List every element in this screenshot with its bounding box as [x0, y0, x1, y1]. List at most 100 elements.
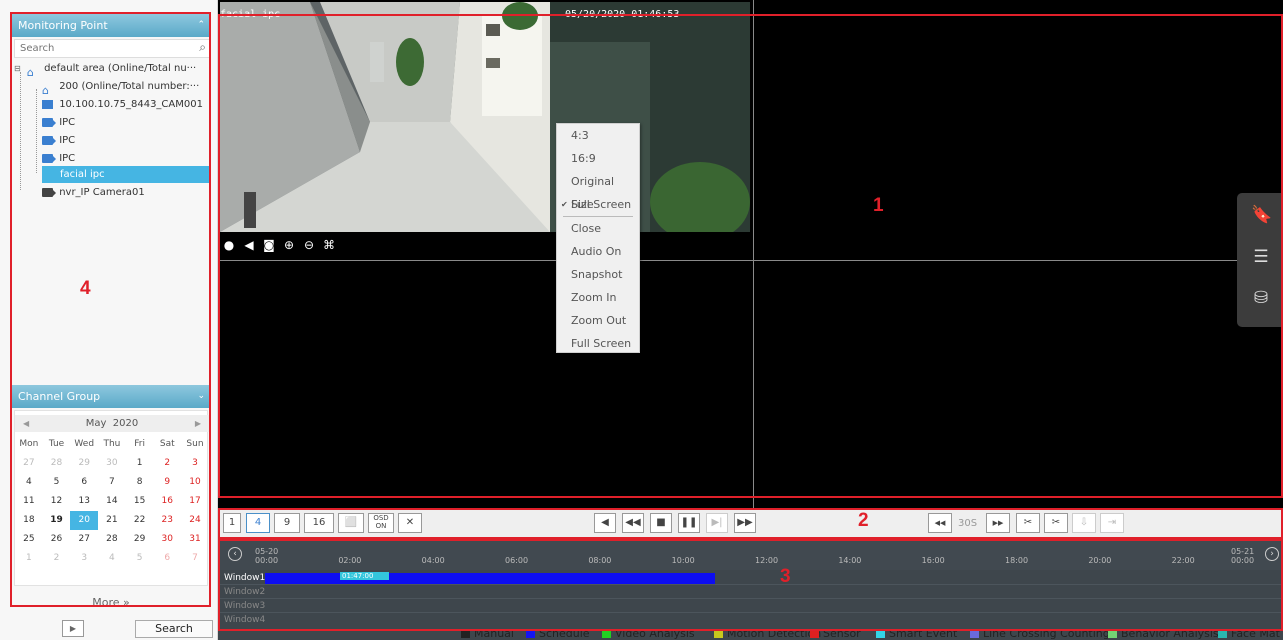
calendar-day[interactable]: 30 — [98, 454, 126, 473]
calendar-day[interactable]: 15 — [126, 492, 154, 511]
calendar-day[interactable]: 18 — [15, 511, 43, 530]
tree-node-cam001[interactable]: 10.100.10.75_8443_CAM001 — [42, 96, 203, 113]
rewind-icon[interactable]: ◀◀ — [622, 513, 644, 533]
calendar-day[interactable]: 1 — [15, 549, 43, 568]
calendar-day[interactable]: 20 — [70, 511, 99, 530]
calendar-day[interactable]: 1 — [126, 454, 154, 473]
smart-event-bar[interactable]: 01:47:00 — [340, 572, 389, 580]
calendar-day[interactable]: 29 — [70, 454, 98, 473]
bookmark-icon[interactable]: 🔖 — [1251, 205, 1272, 225]
calendar-day[interactable]: 5 — [126, 549, 154, 568]
reverse-play-icon[interactable]: ◀ — [594, 513, 616, 533]
calendar-day[interactable]: 6 — [70, 473, 98, 492]
layout-1-button[interactable]: 1 — [223, 513, 241, 533]
search-box[interactable]: ⌕ — [14, 39, 210, 58]
video-pane-2[interactable] — [754, 0, 1283, 260]
schedule-recording-bar[interactable] — [265, 573, 715, 584]
calendar-day[interactable]: 31 — [181, 530, 209, 549]
monitoring-point-header[interactable]: Monitoring Point ⌃ — [12, 14, 210, 37]
calendar-day[interactable]: 6 — [153, 549, 181, 568]
playback-monitor-icon[interactable]: ▶ — [62, 620, 84, 637]
calendar-day[interactable]: 22 — [126, 511, 154, 530]
calendar-day[interactable]: 12 — [43, 492, 71, 511]
calendar-day[interactable]: 5 — [43, 473, 71, 492]
menu-item-close[interactable]: Close — [557, 217, 639, 240]
record-icon[interactable]: ● — [222, 238, 236, 254]
menu-item-4-3[interactable]: 4:3 — [557, 124, 639, 147]
download-icon[interactable]: ⇩ — [1072, 513, 1096, 533]
menu-item-snapshot[interactable]: Snapshot — [557, 263, 639, 286]
step-forward-icon[interactable]: ▶| — [706, 513, 728, 533]
clip-end-icon[interactable]: ✂ — [1044, 513, 1068, 533]
calendar-day[interactable]: 4 — [98, 549, 126, 568]
menu-item-full-screen[interactable]: Full Screen — [557, 332, 639, 355]
calendar-day[interactable]: 10 — [181, 473, 209, 492]
video-pane-1[interactable]: facial ipc 05/20/2020 01:46:53 ● ◀ ◙ ⊕ ⊖… — [218, 0, 753, 260]
calendar-day[interactable]: 11 — [15, 492, 43, 511]
calendar-day[interactable]: 23 — [153, 511, 181, 530]
menu-item-original-size[interactable]: Original Size — [557, 170, 639, 211]
video-pane-4[interactable] — [754, 261, 1283, 508]
menu-item-16-9[interactable]: 16:9 — [557, 147, 639, 170]
menu-item-audio-on[interactable]: Audio On — [557, 240, 639, 263]
calendar-day[interactable]: 2 — [153, 454, 181, 473]
layout-9-button[interactable]: 9 — [274, 513, 300, 533]
back-30s-icon[interactable]: ◀◀ — [928, 513, 952, 533]
calendar-day[interactable]: 8 — [126, 473, 154, 492]
tree-node-default-area[interactable]: ⊟ ⌂ default area (Online/Total nu··· — [14, 60, 196, 79]
menu-item-zoom-in[interactable]: Zoom In — [557, 286, 639, 309]
calendar-day[interactable]: 17 — [181, 492, 209, 511]
calendar-day[interactable]: 14 — [98, 492, 126, 511]
tree-node-ipc[interactable]: IPC — [42, 114, 75, 131]
video-pane-3[interactable] — [218, 261, 753, 508]
menu-item-full-screen-ratio[interactable]: Full Screen — [557, 193, 639, 216]
calendar-day[interactable]: 9 — [153, 473, 181, 492]
fast-forward-icon[interactable]: ▶▶ — [734, 513, 756, 533]
calendar-day[interactable]: 4 — [15, 473, 43, 492]
calendar-day[interactable]: 21 — [98, 511, 126, 530]
tree-node-facial-ipc[interactable]: facial ipc — [42, 166, 210, 183]
search-icon[interactable]: ⌕ — [199, 40, 206, 55]
tree-node-200[interactable]: ⌂ 200 (Online/Total number:··· — [42, 78, 199, 97]
fullscreen-icon[interactable]: ⌘ — [322, 238, 336, 254]
calendar-day[interactable]: 13 — [70, 492, 98, 511]
calendar-day[interactable]: 29 — [126, 530, 154, 549]
tree-node-ipc[interactable]: IPC — [42, 132, 75, 149]
calendar-day[interactable]: 27 — [15, 454, 43, 473]
clip-start-icon[interactable]: ✂ — [1016, 513, 1040, 533]
calendar-day[interactable]: 30 — [153, 530, 181, 549]
calendar-day[interactable]: 2 — [43, 549, 71, 568]
forward-30s-icon[interactable]: ▶▶ — [986, 513, 1010, 533]
calendar-day[interactable]: 26 — [43, 530, 71, 549]
pause-icon[interactable]: ❚❚ — [678, 513, 700, 533]
layout-4-button[interactable]: 4 — [246, 513, 270, 533]
osd-toggle-button[interactable]: OSD ON — [368, 513, 394, 533]
search-input[interactable] — [15, 40, 185, 57]
timeline-next-icon[interactable]: › — [1265, 547, 1279, 561]
chevron-up-icon[interactable]: ⌃ — [197, 14, 205, 37]
calendar-day[interactable]: 28 — [98, 530, 126, 549]
calendar-day[interactable]: 7 — [98, 473, 126, 492]
prev-month-icon[interactable]: ◀ — [23, 415, 29, 432]
timeline-row-window3[interactable]: Window3 — [218, 599, 1283, 613]
export-icon[interactable]: ⇥ — [1100, 513, 1124, 533]
next-month-icon[interactable]: ▶ — [195, 415, 201, 432]
close-all-icon[interactable]: ✕ — [398, 513, 422, 533]
chevron-down-icon[interactable]: ⌄ — [197, 385, 205, 408]
calendar-day[interactable]: 27 — [70, 530, 98, 549]
channel-group-header[interactable]: Channel Group ⌄ — [12, 385, 210, 408]
calendar-day[interactable]: 24 — [181, 511, 209, 530]
calendar-day[interactable]: 7 — [181, 549, 209, 568]
timeline-row-window4[interactable]: Window4 — [218, 613, 1283, 627]
list-icon[interactable]: ☰ — [1251, 247, 1271, 267]
calendar-day[interactable]: 3 — [181, 454, 209, 473]
calendar-day[interactable]: 16 — [153, 492, 181, 511]
snapshot-icon[interactable]: ◙ — [262, 238, 276, 254]
fullscreen-button[interactable]: ⬜ — [338, 513, 364, 533]
more-button[interactable]: More » — [14, 596, 208, 609]
calendar-day[interactable]: 28 — [43, 454, 71, 473]
calendar-day[interactable]: 19 — [43, 511, 71, 530]
menu-item-zoom-out[interactable]: Zoom Out — [557, 309, 639, 332]
zoom-out-icon[interactable]: ⊖ — [302, 238, 316, 254]
search-button[interactable]: Search — [135, 620, 213, 638]
